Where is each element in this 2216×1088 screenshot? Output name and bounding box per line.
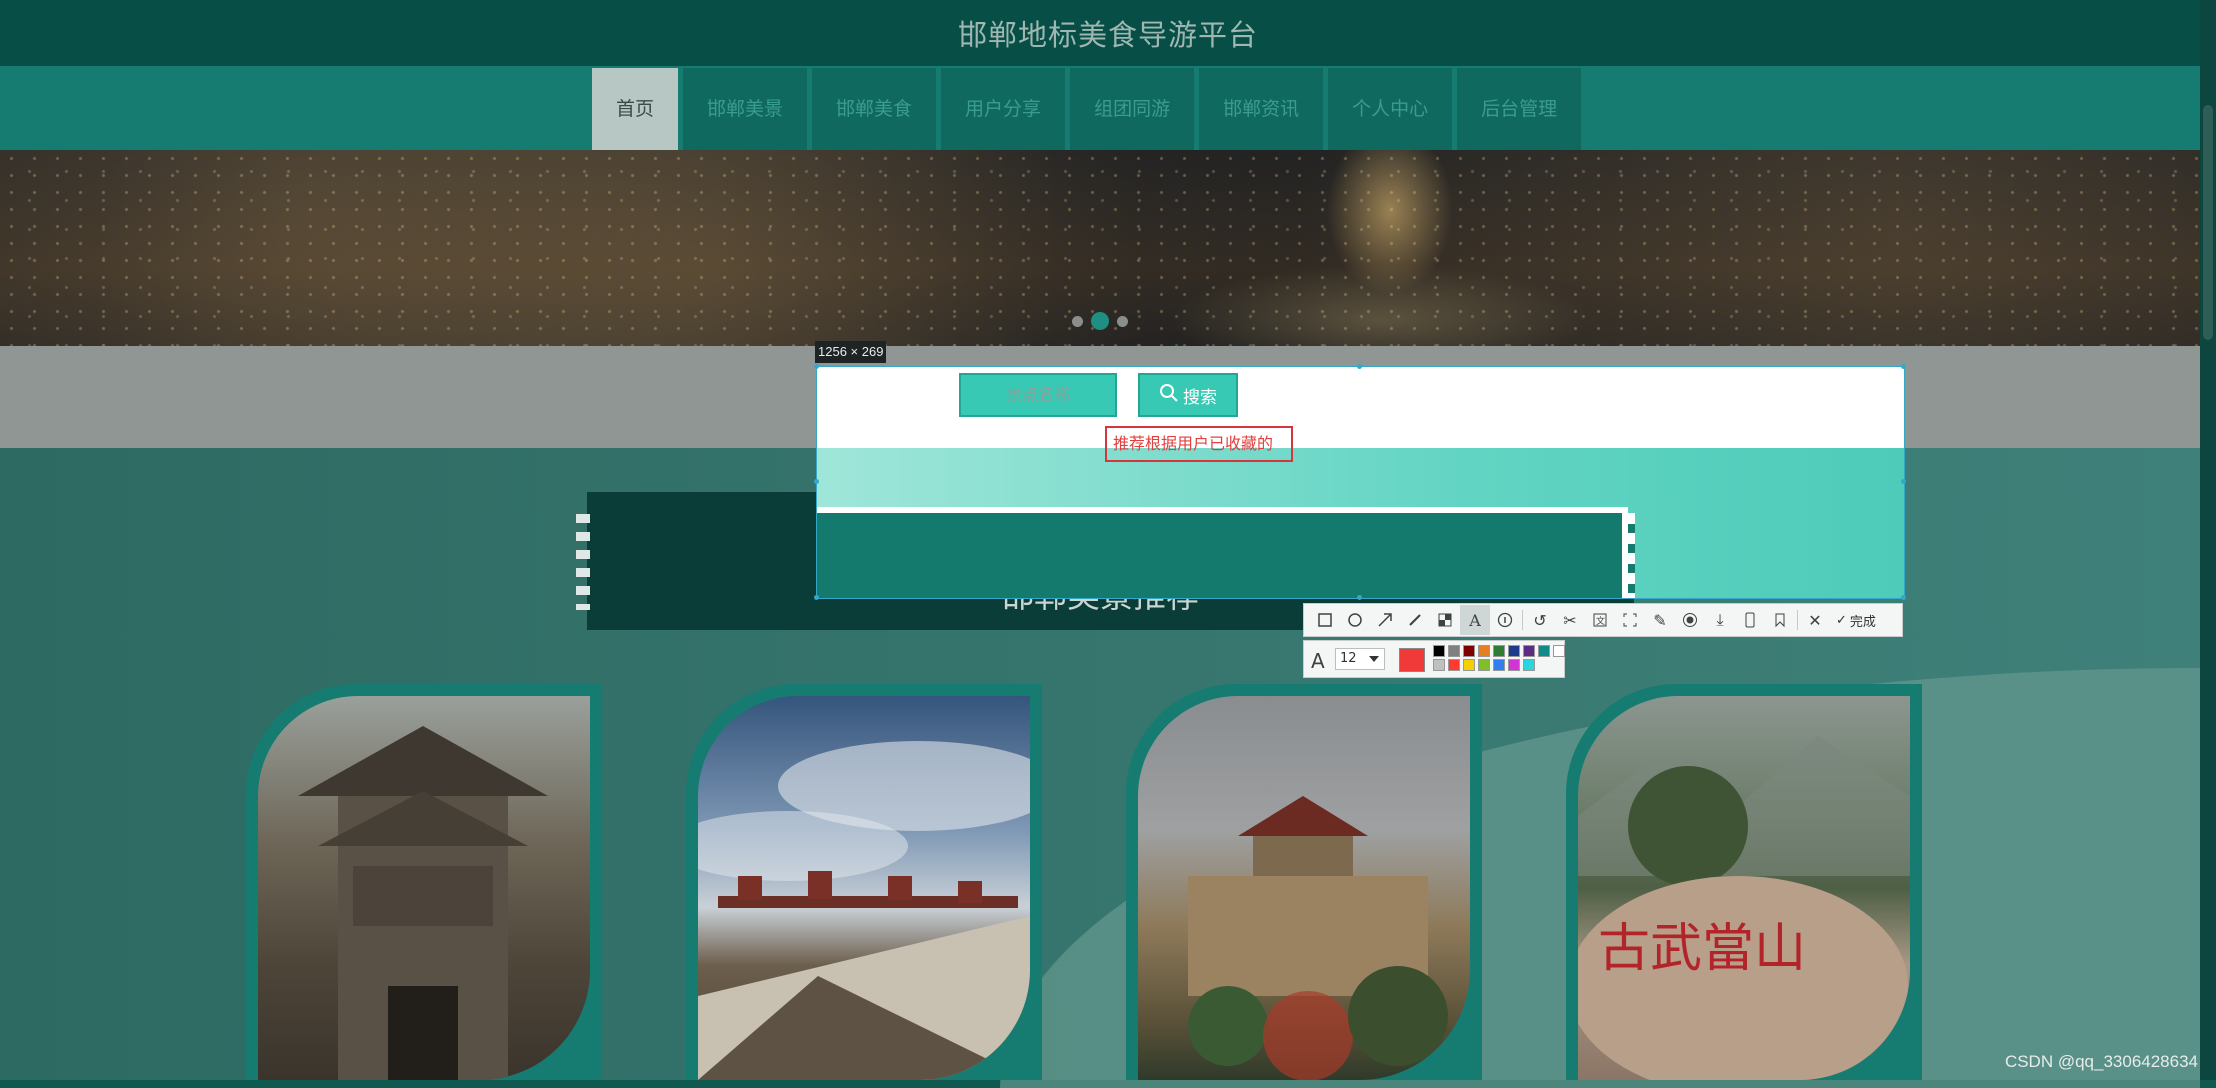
scenery-image-archway: [258, 696, 590, 1080]
site-title: 邯郸地标美食导游平台: [957, 18, 1258, 52]
done-label: 完成: [1849, 614, 1876, 630]
bar-right-dashes: [1628, 513, 1635, 598]
nav-item-food[interactable]: 邯郸美食: [812, 68, 937, 150]
color-swatch[interactable]: [1448, 645, 1460, 657]
nav-item-group-tour[interactable]: 组团同游: [1070, 68, 1195, 150]
selection-handle[interactable]: [814, 595, 819, 600]
carousel-dot[interactable]: [1072, 315, 1083, 327]
nav-item-admin[interactable]: 后台管理: [1457, 68, 1582, 150]
main-nav: 首页 邯郸美景 邯郸美食 用户分享 组团同游 邯郸资讯 个人中心 后台管理: [592, 68, 1586, 150]
font-size-icon: A: [1311, 649, 1325, 673]
scenery-image-terrace: [698, 696, 1030, 1080]
scenery-card[interactable]: [246, 684, 602, 1080]
bookmark-icon[interactable]: [1765, 605, 1795, 635]
carousel-dot[interactable]: [1117, 315, 1128, 327]
chevron-down-icon: [1369, 656, 1379, 662]
annotation-textbox[interactable]: 推荐根据用户已收藏的: [1105, 426, 1293, 462]
selection-handle[interactable]: [814, 479, 819, 484]
mosaic-icon[interactable]: [1430, 605, 1460, 635]
color-swatch[interactable]: [1538, 645, 1550, 657]
selection-size-label: 1256 × 269: [815, 341, 887, 363]
save-icon[interactable]: ⤓: [1705, 605, 1735, 635]
scan-icon[interactable]: [1615, 605, 1645, 635]
toolbar-separator: [1522, 610, 1523, 630]
number-marker-icon[interactable]: [1490, 605, 1520, 635]
scenery-image-tower: [1138, 696, 1470, 1080]
rectangle-icon[interactable]: [1310, 605, 1340, 635]
ellipse-icon[interactable]: [1340, 605, 1370, 635]
scenery-card[interactable]: [1126, 684, 1482, 1080]
selection-recommend-bar: [817, 507, 1635, 598]
text-icon[interactable]: A: [1460, 605, 1490, 635]
selection-handle[interactable]: [1357, 364, 1362, 369]
done-button[interactable]: ✓ 完成: [1830, 611, 1882, 630]
page-scrollbar[interactable]: [2200, 0, 2216, 1080]
color-swatch[interactable]: [1523, 645, 1535, 657]
color-swatch[interactable]: [1553, 645, 1565, 657]
color-swatch[interactable]: [1508, 659, 1520, 671]
selection-handle[interactable]: [814, 364, 819, 369]
selection-handle[interactable]: [1357, 595, 1362, 600]
font-size-select[interactable]: 12: [1335, 648, 1385, 670]
selection-handle[interactable]: [1901, 595, 1906, 600]
record-icon[interactable]: [1675, 605, 1705, 635]
phone-icon[interactable]: [1735, 605, 1765, 635]
nav-item-scenery[interactable]: 邯郸美景: [683, 68, 808, 150]
nav-item-user-share[interactable]: 用户分享: [941, 68, 1066, 150]
search-button-label: 搜索: [1183, 387, 1217, 408]
color-swatch[interactable]: [1508, 645, 1520, 657]
color-palette: [1433, 645, 1565, 671]
scrollbar-thumb[interactable]: [2203, 105, 2213, 340]
search-button[interactable]: 搜索: [1138, 373, 1238, 417]
site-header: 邯郸地标美食导游平台: [0, 0, 2216, 66]
pen-icon[interactable]: [1400, 605, 1430, 635]
carousel-indicators: [1072, 312, 1128, 330]
selection-handle[interactable]: [1901, 364, 1906, 369]
scenery-image-mountain-stone: 古武當山: [1578, 696, 1910, 1080]
color-swatch[interactable]: [1433, 645, 1445, 657]
text-style-toolbar: A 12: [1303, 640, 1565, 678]
color-swatch[interactable]: [1463, 645, 1475, 657]
bar-top-border: [817, 507, 1622, 513]
color-swatch[interactable]: [1478, 645, 1490, 657]
selection-handle[interactable]: [1901, 479, 1906, 484]
search-input[interactable]: 景点名称: [959, 373, 1117, 417]
carousel-dot-active[interactable]: [1091, 312, 1109, 330]
svg-text:古武當山: 古武當山: [1598, 919, 1806, 979]
search-icon: [1159, 383, 1179, 408]
scenery-card[interactable]: [686, 684, 1042, 1080]
scenery-card[interactable]: 古武當山: [1566, 684, 1922, 1080]
cut-icon[interactable]: ✂: [1555, 605, 1585, 635]
nav-item-home[interactable]: 首页: [592, 68, 679, 150]
pin-icon[interactable]: ✎: [1645, 605, 1675, 635]
check-icon: ✓: [1836, 612, 1847, 628]
csdn-watermark: CSDN @qq_3306428634: [2004, 1052, 2198, 1071]
nav-item-profile[interactable]: 个人中心: [1328, 68, 1453, 150]
undo-icon[interactable]: ↺: [1525, 605, 1555, 635]
color-swatch[interactable]: [1523, 659, 1535, 671]
close-icon[interactable]: ✕: [1800, 605, 1830, 635]
arrow-icon[interactable]: [1370, 605, 1400, 635]
svg-text:文: 文: [1596, 615, 1605, 627]
color-swatch[interactable]: [1448, 659, 1460, 671]
color-swatch[interactable]: [1433, 659, 1445, 671]
color-swatch[interactable]: [1478, 659, 1490, 671]
screenshot-toolbar: A ↺ ✂ 文 ✎ ⤓ ✕ ✓ 完成: [1303, 603, 1903, 637]
color-swatch[interactable]: [1493, 645, 1505, 657]
nav-item-news[interactable]: 邯郸资讯: [1199, 68, 1324, 150]
font-size-value: 12: [1340, 651, 1357, 666]
current-color-swatch[interactable]: [1399, 648, 1425, 672]
color-swatch[interactable]: [1493, 659, 1505, 671]
screenshot-selection[interactable]: 景点名称 搜索 推荐根据用户已收藏的: [816, 366, 1905, 599]
ocr-icon[interactable]: 文: [1585, 605, 1615, 635]
toolbar-separator: [1797, 610, 1798, 630]
color-swatch[interactable]: [1463, 659, 1475, 671]
